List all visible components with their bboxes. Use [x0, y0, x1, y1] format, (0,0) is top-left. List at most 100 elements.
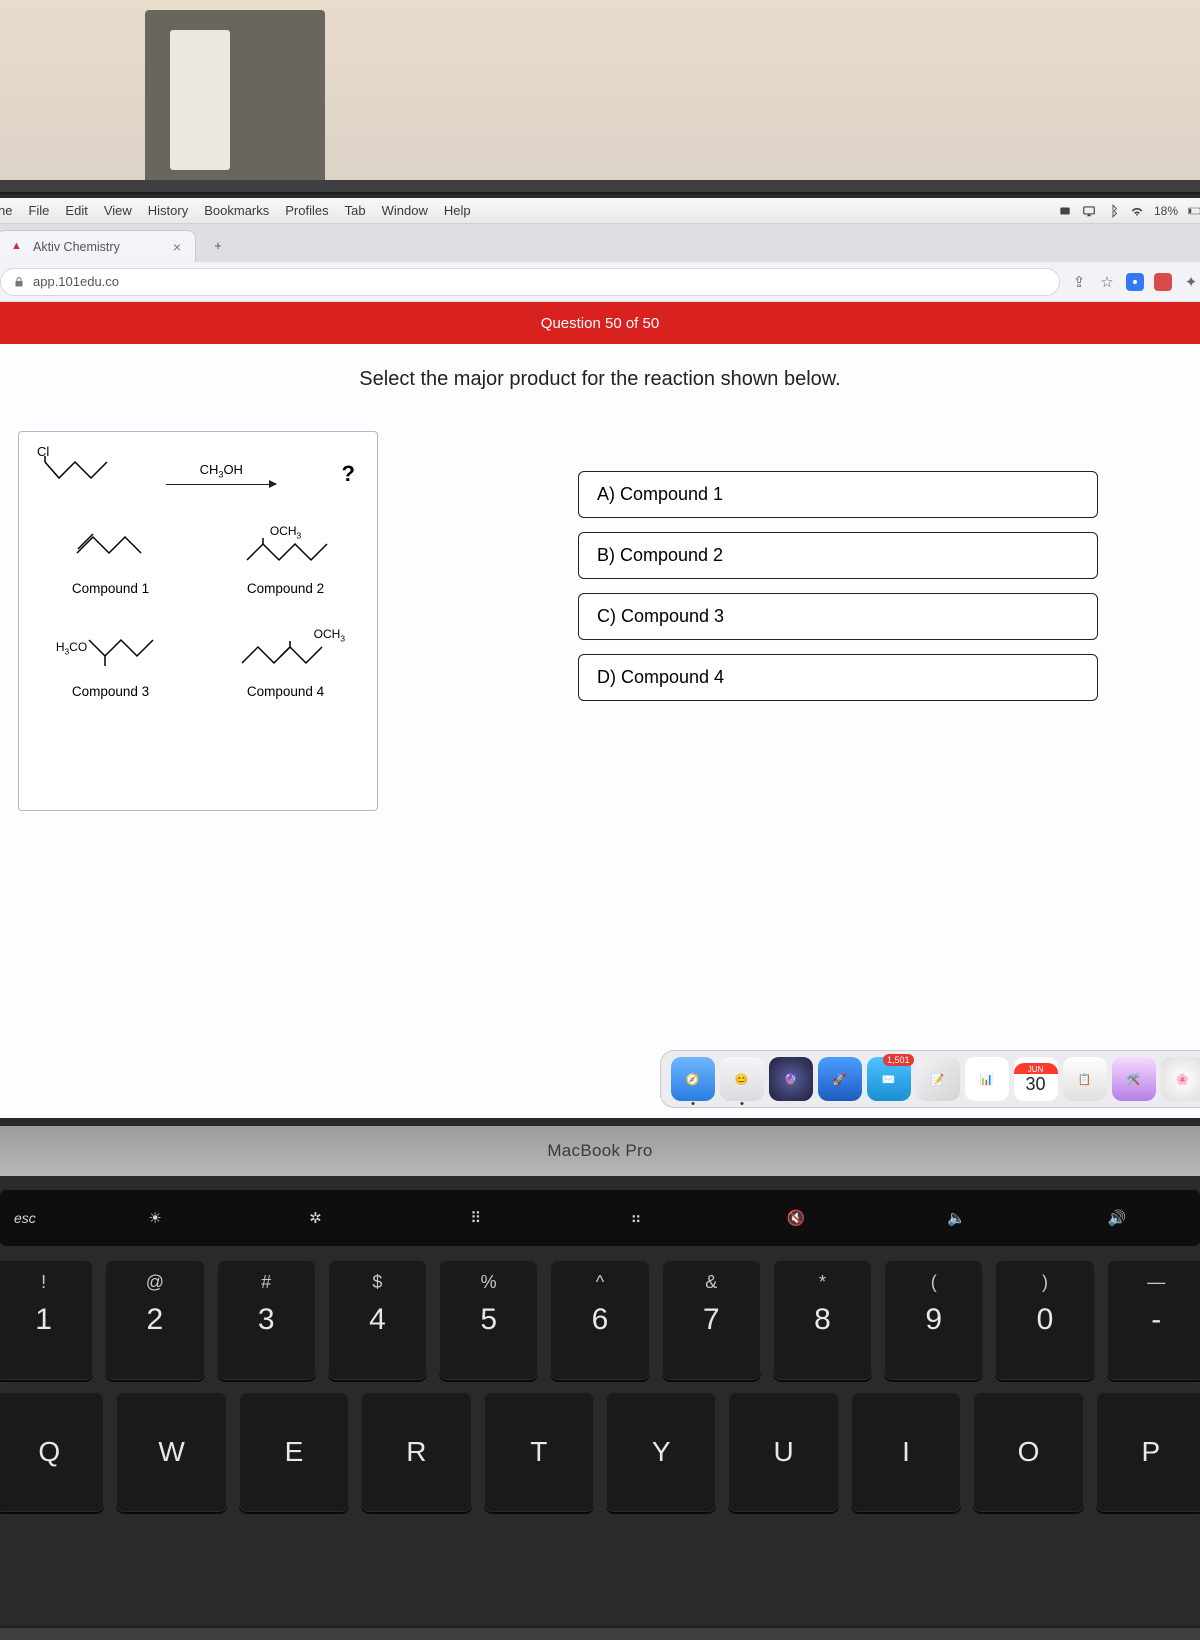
key-o[interactable]: O	[973, 1392, 1083, 1512]
menu-item[interactable]: View	[104, 203, 132, 218]
tab-favicon-icon: ▲	[11, 240, 25, 254]
dock-finder-icon[interactable]: 😊	[720, 1057, 764, 1101]
menu-item[interactable]: Edit	[65, 203, 87, 218]
reagent-label: CH3OH	[200, 462, 243, 480]
keyboard-qwerty-row: Q W E R T Y U I O P	[0, 1392, 1200, 1512]
key-2[interactable]: @2	[105, 1260, 204, 1380]
key-y[interactable]: Y	[606, 1392, 716, 1512]
key-t[interactable]: T	[484, 1392, 594, 1512]
share-icon[interactable]: ⇪	[1070, 273, 1088, 291]
screen-mirror-icon	[1082, 204, 1096, 218]
menu-item[interactable]: File	[28, 203, 49, 218]
key-u[interactable]: U	[728, 1392, 838, 1512]
touchbar-brightness-high-icon[interactable]: ✲	[246, 1209, 384, 1227]
key-7[interactable]: &7	[662, 1260, 761, 1380]
dock-reminders-icon[interactable]: 📋	[1063, 1057, 1107, 1101]
dock-mail-icon[interactable]: ✉️1,501	[867, 1057, 911, 1101]
question-prompt: Select the major product for the reactio…	[359, 368, 840, 391]
extensions-puzzle-icon[interactable]: ✦	[1182, 273, 1200, 291]
key-9[interactable]: (9	[884, 1260, 983, 1380]
compound-3-label: Compound 3	[37, 684, 184, 699]
compound-2-cell: OCH3 Compound 2	[212, 519, 359, 596]
app-content: Question 50 of 50 Select the major produ…	[0, 302, 1200, 1118]
dock-photos-icon[interactable]: 🌸	[1161, 1057, 1200, 1101]
key-w[interactable]: W	[116, 1392, 226, 1512]
touchbar-vol-low-icon[interactable]: 🔈	[887, 1209, 1025, 1227]
key-e[interactable]: E	[239, 1392, 349, 1512]
keyboard-number-row: !1 @2 #3 $4 %5 ^6 &7 *8 (9 )0 —-	[0, 1260, 1200, 1380]
touchbar-vol-high-icon[interactable]: 🔊	[1048, 1209, 1186, 1227]
dock-safari-icon[interactable]: 🧭	[671, 1057, 715, 1101]
address-bar[interactable]: app.101edu.co	[0, 268, 1060, 296]
url-text: app.101edu.co	[33, 274, 119, 289]
touch-bar: esc ☀︎ ✲ ⠿ ⠶ 🔇 🔈 🔊	[0, 1190, 1200, 1246]
macos-menu-bar: ne File Edit View History Bookmarks Prof…	[0, 198, 1200, 224]
laptop-brand-label: MacBook Pro	[547, 1141, 652, 1161]
key-6[interactable]: ^6	[550, 1260, 649, 1380]
laptop-body: ne File Edit View History Bookmarks Prof…	[0, 180, 1200, 1640]
dock-launchpad-icon[interactable]: 🚀	[818, 1057, 862, 1101]
answer-option-c[interactable]: C) Compound 3	[578, 593, 1098, 640]
key-0[interactable]: )0	[995, 1260, 1094, 1380]
menu-item[interactable]: Bookmarks	[204, 203, 269, 218]
key-5[interactable]: %5	[439, 1260, 538, 1380]
browser-toolbar: app.101edu.co ⇪ ☆ ✦	[0, 262, 1200, 302]
key-r[interactable]: R	[361, 1392, 471, 1512]
reactant-structure-icon	[41, 456, 111, 486]
key-4[interactable]: $4	[328, 1260, 427, 1380]
product-question-mark: ?	[342, 461, 355, 487]
key-q[interactable]: Q	[0, 1392, 104, 1512]
bookmark-star-icon[interactable]: ☆	[1098, 273, 1116, 291]
toolbar-actions: ⇪ ☆ ✦	[1070, 273, 1200, 291]
menu-item[interactable]: Window	[382, 203, 428, 218]
compound-4-label: Compound 4	[212, 684, 359, 699]
menu-item[interactable]: History	[148, 203, 188, 218]
key-8[interactable]: *8	[773, 1260, 872, 1380]
menu-item[interactable]: Tab	[345, 203, 366, 218]
keyboard: !1 @2 #3 $4 %5 ^6 &7 *8 (9 )0 —- Q W E R…	[0, 1260, 1200, 1512]
touchbar-keys-low-icon[interactable]: ⠿	[407, 1209, 545, 1227]
touchbar-brightness-low-icon[interactable]: ☀︎	[86, 1209, 224, 1227]
extension-icon-red[interactable]	[1154, 273, 1172, 291]
calendar-day: 30	[1025, 1074, 1045, 1095]
browser-tab-strip: ▲ Aktiv Chemistry × +	[0, 224, 1200, 262]
touchbar-keys-high-icon[interactable]: ⠶	[567, 1209, 705, 1227]
compound-4-structure-icon	[236, 641, 336, 671]
question-counter-text: Question 50 of 50	[541, 315, 659, 332]
dock-sphere-icon[interactable]: 🔮	[769, 1057, 813, 1101]
battery-percent: 18%	[1154, 204, 1178, 218]
menu-item[interactable]: ne	[0, 203, 12, 218]
tab-title: Aktiv Chemistry	[33, 240, 120, 254]
dock-notes-icon[interactable]: 📝	[916, 1057, 960, 1101]
macos-dock-container: 🧭 😊 🔮 🚀 ✉️1,501 📝 📊 JUN 30 📋 🛠️ 🌸 💬121 📦…	[0, 1056, 1200, 1114]
dock-calendar-icon[interactable]: JUN 30	[1014, 1057, 1058, 1101]
compound-4-cell: OCH3 Compound 4	[212, 622, 359, 699]
compound-1-cell: Compound 1	[37, 519, 184, 596]
close-tab-button[interactable]: ×	[173, 239, 181, 255]
laptop-hinge: MacBook Pro	[0, 1126, 1200, 1176]
key-dash[interactable]: —-	[1107, 1260, 1200, 1380]
reactant-substituent: Cl	[37, 444, 49, 459]
touchbar-mute-icon[interactable]: 🔇	[727, 1209, 865, 1227]
mail-badge: 1,501	[883, 1054, 914, 1066]
laptop-screen: ne File Edit View History Bookmarks Prof…	[0, 198, 1200, 1118]
answer-option-a[interactable]: A) Compound 1	[578, 471, 1098, 518]
answer-option-b[interactable]: B) Compound 2	[578, 532, 1098, 579]
reaction-arrow: CH3OH	[166, 462, 276, 485]
compound-1-label: Compound 1	[37, 581, 184, 596]
key-i[interactable]: I	[851, 1392, 961, 1512]
extension-icon-blue[interactable]	[1126, 273, 1144, 291]
menu-item[interactable]: Profiles	[285, 203, 328, 218]
new-tab-button[interactable]: +	[202, 230, 234, 262]
answer-option-d[interactable]: D) Compound 4	[578, 654, 1098, 701]
compound-3-cell: H3CO Compound 3	[37, 622, 184, 699]
touchbar-esc-key[interactable]: esc	[14, 1210, 64, 1226]
key-p[interactable]: P	[1096, 1392, 1200, 1512]
browser-tab-active[interactable]: ▲ Aktiv Chemistry ×	[0, 230, 196, 262]
key-3[interactable]: #3	[217, 1260, 316, 1380]
menu-item[interactable]: Help	[444, 203, 471, 218]
compound-2-label: Compound 2	[212, 581, 359, 596]
key-1[interactable]: !1	[0, 1260, 93, 1380]
dock-tool-icon[interactable]: 🛠️	[1112, 1057, 1156, 1101]
dock-chart-icon[interactable]: 📊	[965, 1057, 1009, 1101]
